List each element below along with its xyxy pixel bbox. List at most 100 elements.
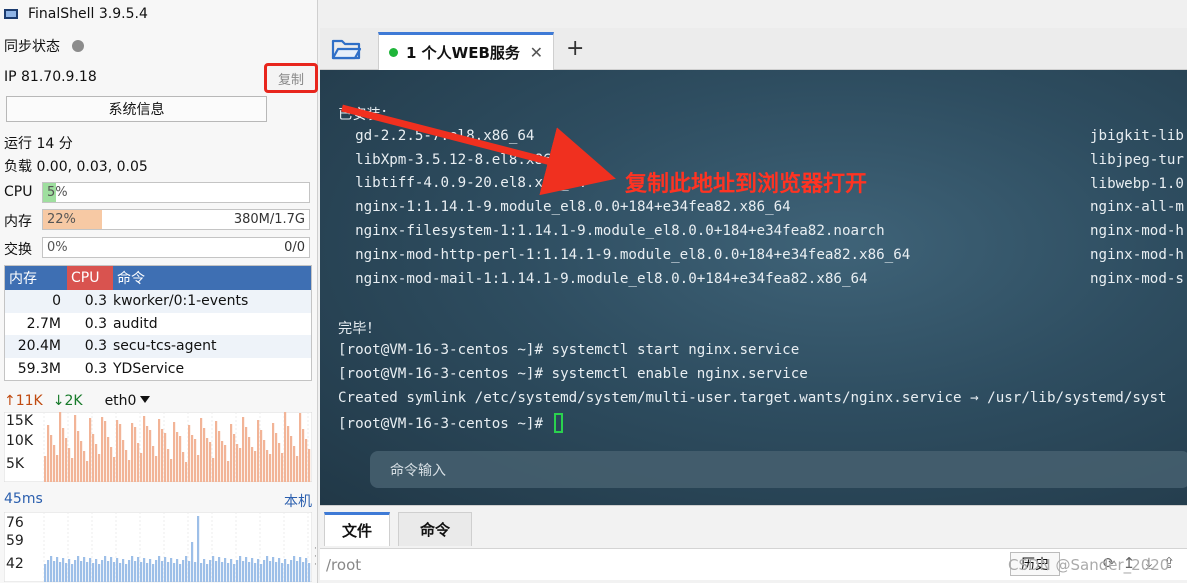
ip-address: IP 81.70.9.18	[4, 69, 97, 85]
chart-bar	[152, 564, 155, 582]
chart-bar	[89, 558, 92, 582]
latency-host[interactable]: 本机	[284, 491, 312, 511]
tab-commands[interactable]: 命令	[398, 512, 472, 546]
command-header[interactable]: 命令	[113, 266, 311, 290]
chart-bar	[149, 430, 152, 482]
chart-bar	[290, 436, 293, 482]
chart-bar	[245, 557, 248, 582]
chart-bar	[215, 421, 218, 482]
chart-bar	[59, 412, 62, 482]
chart-bar	[143, 558, 146, 582]
chart-bar	[296, 456, 299, 482]
chart-bar	[170, 558, 173, 582]
chart-bar	[272, 557, 275, 582]
load-average: 负载 0.00, 0.03, 0.05	[4, 159, 148, 175]
table-row[interactable]: 2.7M 0.3 auditd	[5, 313, 311, 336]
chart-bar	[113, 457, 116, 482]
app-logo-icon	[4, 7, 20, 21]
chart-bar	[206, 564, 209, 582]
chart-bar	[212, 458, 215, 482]
chart-bar	[239, 448, 242, 482]
memory-detail: 380M/1.7G	[233, 212, 305, 227]
chart-bar	[116, 558, 119, 582]
chart-bar	[251, 447, 254, 482]
chart-bar	[164, 433, 167, 482]
red-arrow-annotation-icon	[341, 104, 616, 196]
tab-files[interactable]: 文件	[324, 512, 390, 546]
chart-bar	[155, 456, 158, 482]
table-row[interactable]: 0 0.3 kworker/0:1-events	[5, 290, 311, 313]
chart-bar	[170, 459, 173, 482]
chart-bar	[113, 562, 116, 582]
chart-bar	[227, 461, 230, 482]
chart-bar	[188, 425, 191, 482]
chart-bar	[167, 449, 170, 482]
chart-bar	[125, 450, 128, 482]
sort-by-memory-header[interactable]: 内存	[5, 266, 67, 290]
sync-status: 同步状态	[4, 36, 84, 56]
add-tab-plus-icon[interactable]: +	[566, 36, 584, 61]
chart-bar	[98, 564, 101, 582]
chart-bar	[278, 443, 281, 482]
chart-bar	[254, 451, 257, 482]
chart-bar	[209, 442, 212, 482]
chart-bar	[254, 563, 257, 582]
chart-bar	[77, 556, 80, 582]
chart-bar	[65, 438, 68, 482]
close-icon[interactable]: ✕	[530, 43, 543, 62]
open-folder-icon[interactable]	[330, 36, 362, 62]
terminal[interactable]: 已安装： gd-2.2.5-7.el8.x86_64 libXpm-3.5.12…	[320, 70, 1187, 505]
chart-bar	[146, 426, 149, 482]
chevron-down-icon	[140, 396, 151, 403]
chart-bar	[248, 437, 251, 482]
chart-bar	[152, 446, 155, 482]
interface-select[interactable]: eth0	[105, 393, 151, 409]
chart-bar	[266, 556, 269, 582]
tab-session-1[interactable]: 1 个人WEB服务 ✕	[378, 32, 554, 70]
table-row[interactable]: 20.4M 0.3 secu-tcs-agent	[5, 335, 311, 358]
network-header: ↑11K ↓2K eth0	[4, 391, 312, 411]
chart-bar	[203, 559, 206, 582]
cpu-meter: 5%	[42, 182, 310, 203]
chart-bar	[236, 560, 239, 582]
monitor-panel: FinalShell 3.9.5.4 同步状态 IP 81.70.9.18 复制…	[0, 0, 318, 583]
chart-bar	[185, 556, 188, 582]
sort-by-cpu-header[interactable]: CPU	[67, 266, 113, 290]
download-value: 2K	[64, 393, 83, 409]
swap-detail: 0/0	[284, 240, 305, 255]
process-mem: 2.7M	[26, 315, 61, 332]
chart-bar	[158, 419, 161, 482]
chart-bar	[287, 564, 290, 582]
chart-bar	[80, 561, 83, 582]
sync-label: 同步状态	[4, 39, 60, 55]
chart-bar	[62, 428, 65, 482]
chart-bar	[131, 423, 134, 482]
chart-bar	[56, 557, 59, 582]
chart-bar	[191, 542, 194, 582]
chart-bar	[128, 460, 131, 482]
chart-bar	[188, 561, 191, 582]
command-input[interactable]: 命令输入	[370, 451, 1187, 488]
chart-bar	[86, 562, 89, 582]
chart-bar	[92, 563, 95, 582]
panel-splitter-handle[interactable]: · · ·	[314, 545, 318, 570]
chart-bar	[95, 444, 98, 482]
system-info-button[interactable]: 系统信息	[6, 96, 267, 122]
chart-bar	[185, 462, 188, 482]
table-row[interactable]: 59.3M 0.3 YDService	[5, 358, 311, 381]
chart-bar	[227, 563, 230, 582]
copy-ip-button[interactable]: 复制	[264, 63, 318, 93]
chart-bar	[77, 431, 80, 482]
chart-bar	[221, 562, 224, 582]
chart-bar	[56, 455, 59, 482]
chart-bar	[239, 556, 242, 582]
chart-bar	[167, 562, 170, 582]
chart-bar	[242, 561, 245, 582]
chart-bar	[287, 426, 290, 482]
chart-bar	[290, 560, 293, 582]
chart-axis-label: 59	[6, 533, 24, 549]
chart-bar	[50, 435, 53, 482]
chart-bar	[143, 416, 146, 482]
chart-bar	[302, 429, 305, 482]
download-rate: ↓2K	[52, 393, 83, 409]
